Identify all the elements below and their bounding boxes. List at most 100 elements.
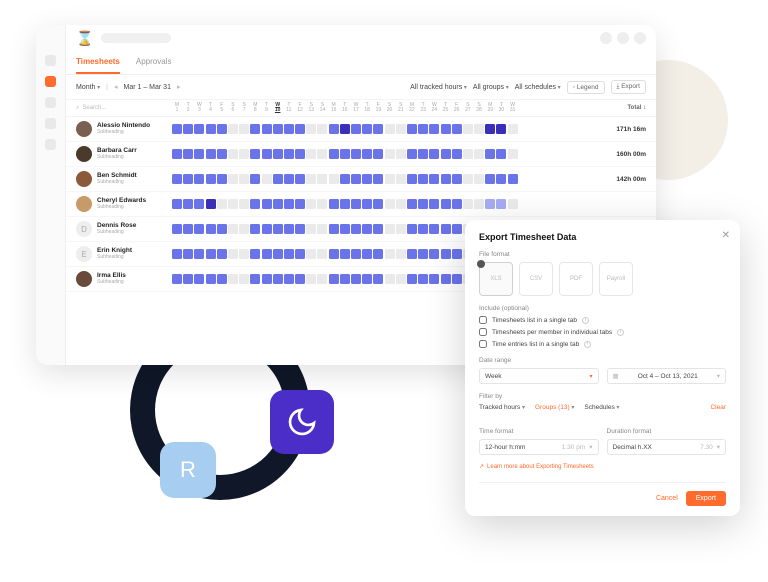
day-cell[interactable] <box>194 224 204 234</box>
day-cell[interactable] <box>474 174 484 184</box>
day-cell[interactable] <box>239 249 249 259</box>
member-search[interactable]: ⌕ Search... <box>76 105 172 112</box>
day-cell[interactable] <box>306 274 316 284</box>
day-cell[interactable] <box>183 224 193 234</box>
learn-more-link[interactable]: ↗ Learn more about Exporting Timesheets <box>479 463 726 470</box>
day-cell[interactable] <box>183 124 193 134</box>
day-cell[interactable] <box>396 149 406 159</box>
info-icon[interactable]: i <box>617 329 624 336</box>
day-cell[interactable] <box>340 199 350 209</box>
day-cell[interactable] <box>217 224 227 234</box>
day-cell[interactable] <box>496 124 506 134</box>
day-cell[interactable] <box>250 224 260 234</box>
day-cell[interactable] <box>508 174 518 184</box>
day-cell[interactable] <box>239 149 249 159</box>
day-cell[interactable] <box>340 149 350 159</box>
date-range-period-select[interactable]: Week▾ <box>479 368 599 384</box>
day-cell[interactable] <box>262 249 272 259</box>
sidebar-item[interactable] <box>45 97 56 108</box>
day-cell[interactable] <box>172 149 182 159</box>
legend-button[interactable]: ◦ Legend <box>567 81 605 94</box>
include-opt-2[interactable]: Time entries list in a single tabi <box>479 340 726 348</box>
day-cell[interactable] <box>295 124 305 134</box>
clear-filters[interactable]: Clear <box>710 404 726 411</box>
day-cell[interactable] <box>508 149 518 159</box>
day-cell[interactable] <box>217 124 227 134</box>
day-cell[interactable] <box>206 274 216 284</box>
day-cell[interactable] <box>340 274 350 284</box>
topbar-dot[interactable] <box>634 32 646 44</box>
day-cell[interactable] <box>441 124 451 134</box>
day-cell[interactable] <box>329 249 339 259</box>
day-cell[interactable] <box>183 149 193 159</box>
day-cell[interactable] <box>284 174 294 184</box>
day-cell[interactable] <box>228 174 238 184</box>
day-cell[interactable] <box>295 149 305 159</box>
member-row[interactable]: Ben SchmidtSubheading142h 00m <box>66 167 656 192</box>
day-cell[interactable] <box>474 149 484 159</box>
day-cell[interactable] <box>396 249 406 259</box>
day-cell[interactable] <box>452 124 462 134</box>
day-cell[interactable] <box>362 124 372 134</box>
day-cell[interactable] <box>373 174 383 184</box>
format-xls[interactable]: XLS <box>479 262 513 296</box>
day-cell[interactable] <box>463 124 473 134</box>
day-cell[interactable] <box>306 149 316 159</box>
day-cell[interactable] <box>463 174 473 184</box>
day-cell[interactable] <box>429 124 439 134</box>
day-cell[interactable] <box>295 224 305 234</box>
day-cell[interactable] <box>485 124 495 134</box>
day-cell[interactable] <box>463 149 473 159</box>
day-cell[interactable] <box>441 174 451 184</box>
sidebar-item[interactable] <box>45 139 56 150</box>
sidebar-item[interactable] <box>45 118 56 129</box>
day-cell[interactable] <box>429 174 439 184</box>
day-cell[interactable] <box>250 274 260 284</box>
day-cell[interactable] <box>194 274 204 284</box>
day-cell[interactable] <box>284 199 294 209</box>
filter-schedules[interactable]: Schedules <box>584 404 619 411</box>
day-cell[interactable] <box>496 149 506 159</box>
day-cell[interactable] <box>239 174 249 184</box>
duration-format-select[interactable]: Decimal h.XX 7.30 ▾ <box>607 439 727 455</box>
topbar-dot[interactable] <box>617 32 629 44</box>
day-cell[interactable] <box>250 124 260 134</box>
day-cell[interactable] <box>317 199 327 209</box>
day-cell[interactable] <box>306 174 316 184</box>
day-cell[interactable] <box>362 224 372 234</box>
day-cell[interactable] <box>206 199 216 209</box>
day-cell[interactable] <box>429 274 439 284</box>
day-cell[interactable] <box>239 274 249 284</box>
format-pdf[interactable]: PDF <box>559 262 593 296</box>
day-cell[interactable] <box>206 124 216 134</box>
day-cell[interactable] <box>407 274 417 284</box>
day-cell[interactable] <box>172 199 182 209</box>
day-cell[interactable] <box>351 124 361 134</box>
day-cell[interactable] <box>429 199 439 209</box>
day-cell[interactable] <box>373 249 383 259</box>
day-cell[interactable] <box>250 149 260 159</box>
day-cell[interactable] <box>172 224 182 234</box>
day-cell[interactable] <box>217 149 227 159</box>
day-cell[interactable] <box>183 174 193 184</box>
info-icon[interactable]: i <box>584 341 591 348</box>
day-cell[interactable] <box>441 224 451 234</box>
day-cell[interactable] <box>183 249 193 259</box>
schedules-filter[interactable]: All schedules <box>515 84 561 91</box>
day-cell[interactable] <box>441 199 451 209</box>
day-cell[interactable] <box>452 199 462 209</box>
day-cell[interactable] <box>295 249 305 259</box>
day-cell[interactable] <box>351 174 361 184</box>
export-confirm-button[interactable]: Export <box>686 491 726 506</box>
day-cell[interactable] <box>351 249 361 259</box>
member-row[interactable]: Cheryl EdwardsSubheading <box>66 192 656 217</box>
day-cell[interactable] <box>194 174 204 184</box>
day-cell[interactable] <box>172 124 182 134</box>
day-cell[interactable] <box>250 174 260 184</box>
tab-approvals[interactable]: Approvals <box>136 51 172 74</box>
day-cell[interactable] <box>194 149 204 159</box>
day-cell[interactable] <box>362 249 372 259</box>
day-cell[interactable] <box>340 174 350 184</box>
time-format-select[interactable]: 12-hour h:mm 1:30 pm ▾ <box>479 439 599 455</box>
day-cell[interactable] <box>228 149 238 159</box>
